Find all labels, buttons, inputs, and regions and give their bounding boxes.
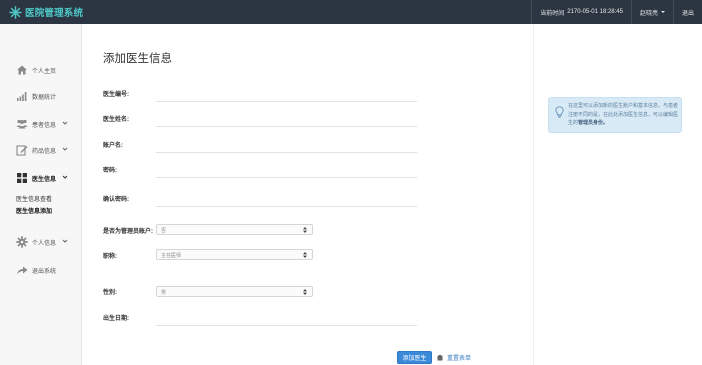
- doctor-name-input[interactable]: [156, 126, 417, 127]
- reset-icon: [437, 354, 443, 360]
- sidebar-subitem-doctor-add[interactable]: 医生信息添加: [16, 206, 52, 215]
- sidebar: 个人主页 数据统计 患者信息 药品信息 医生信息 医生信息查看 医生信息添加 个…: [0, 24, 82, 365]
- title-select[interactable]: 主任医师: [156, 249, 313, 260]
- select-arrows-icon: [303, 227, 307, 233]
- top-navbar: 医院管理系统 当前时间 2170-05-01 18:28:45 赵晓亮 退出: [0, 0, 702, 24]
- chevron-down-icon: [62, 175, 68, 179]
- user-menu[interactable]: 赵晓亮: [630, 0, 673, 24]
- sidebar-item-label: 患者信息: [32, 123, 57, 129]
- add-doctor-button[interactable]: 添加医生: [397, 351, 432, 364]
- is-admin-select[interactable]: 否: [156, 224, 313, 235]
- medical-logo-icon: [9, 5, 22, 19]
- current-time-value: 2170-05-01 18:28:45: [567, 9, 623, 15]
- doctor-name-label: 医生姓名:: [103, 117, 129, 123]
- sidebar-item-home[interactable]: 个人主页: [0, 61, 82, 79]
- logout-label: 退出: [681, 10, 694, 17]
- sidebar-item-logout[interactable]: 退出系统: [0, 261, 82, 279]
- info-text: 在这里可以添加新的医生账户和基本信息。与患者注册不同的是，在此处添加医生信息，可…: [568, 102, 678, 128]
- bar-chart-icon: [17, 92, 27, 101]
- chevron-down-icon: [62, 239, 68, 243]
- birthday-input[interactable]: [156, 325, 417, 326]
- doctor-id-input[interactable]: [156, 101, 417, 102]
- title-label: 职称:: [103, 254, 117, 260]
- sidebar-item-label: 医生信息: [32, 177, 57, 183]
- sidebar-item-stats[interactable]: 数据统计: [0, 87, 82, 105]
- sidebar-item-profile[interactable]: 个人信息: [0, 233, 82, 251]
- users-icon: [16, 119, 28, 129]
- lightbulb-icon: [555, 106, 564, 118]
- password-input[interactable]: [156, 177, 417, 178]
- sidebar-item-label: 数据统计: [32, 95, 57, 101]
- content-divider: [533, 24, 534, 365]
- confirm-password-label: 确认密码:: [103, 197, 129, 203]
- user-name: 赵晓亮: [639, 10, 658, 17]
- account-label: 账户名:: [103, 143, 123, 149]
- gear-icon: [16, 236, 28, 248]
- sidebar-item-label: 退出系统: [32, 269, 57, 275]
- chevron-down-icon: [62, 147, 68, 151]
- birthday-label: 出生日期:: [103, 316, 129, 322]
- reset-form-link[interactable]: 重置表单: [447, 353, 471, 362]
- doctor-id-label: 医生编号:: [103, 92, 129, 98]
- current-time: 当前时间 2170-05-01 18:28:45: [531, 0, 631, 24]
- sidebar-item-doctors[interactable]: 医生信息: [0, 169, 82, 187]
- gender-value: 男: [161, 290, 167, 296]
- edit-icon: [16, 145, 28, 156]
- sidebar-item-label: 药品信息: [32, 149, 57, 155]
- brand[interactable]: 医院管理系统: [9, 4, 83, 20]
- caret-down-icon: [660, 11, 665, 13]
- info-strong: 管理员身份。: [578, 120, 609, 126]
- share-icon: [17, 266, 28, 275]
- is-admin-value: 否: [161, 228, 167, 234]
- sidebar-item-drugs[interactable]: 药品信息: [0, 141, 82, 159]
- home-icon: [17, 65, 27, 75]
- info-panel: 在这里可以添加新的医生账户和基本信息。与患者注册不同的是，在此处添加医生信息，可…: [548, 97, 682, 133]
- sidebar-subitem-doctor-view[interactable]: 医生信息查看: [16, 194, 52, 203]
- brand-title: 医院管理系统: [25, 8, 84, 19]
- select-arrows-icon: [303, 289, 307, 295]
- chevron-down-icon: [62, 121, 68, 125]
- is-admin-label: 是否为管理员账户:: [103, 229, 153, 235]
- page-title: 添加医生信息: [103, 53, 172, 65]
- current-time-label: 当前时间: [540, 10, 565, 17]
- sidebar-item-label: 个人信息: [32, 241, 57, 247]
- gender-select[interactable]: 男: [156, 286, 313, 297]
- title-value: 主任医师: [161, 253, 182, 259]
- confirm-password-input[interactable]: [156, 206, 417, 207]
- select-arrows-icon: [303, 252, 307, 258]
- sidebar-item-patients[interactable]: 患者信息: [0, 115, 82, 133]
- logout-link[interactable]: 退出: [672, 0, 702, 24]
- account-input[interactable]: [156, 152, 417, 153]
- gender-label: 性别:: [103, 290, 117, 296]
- password-label: 密码:: [103, 168, 117, 174]
- grid-icon: [17, 173, 27, 183]
- reset-form[interactable]: 重置表单: [437, 353, 471, 362]
- sidebar-item-label: 个人主页: [32, 69, 57, 75]
